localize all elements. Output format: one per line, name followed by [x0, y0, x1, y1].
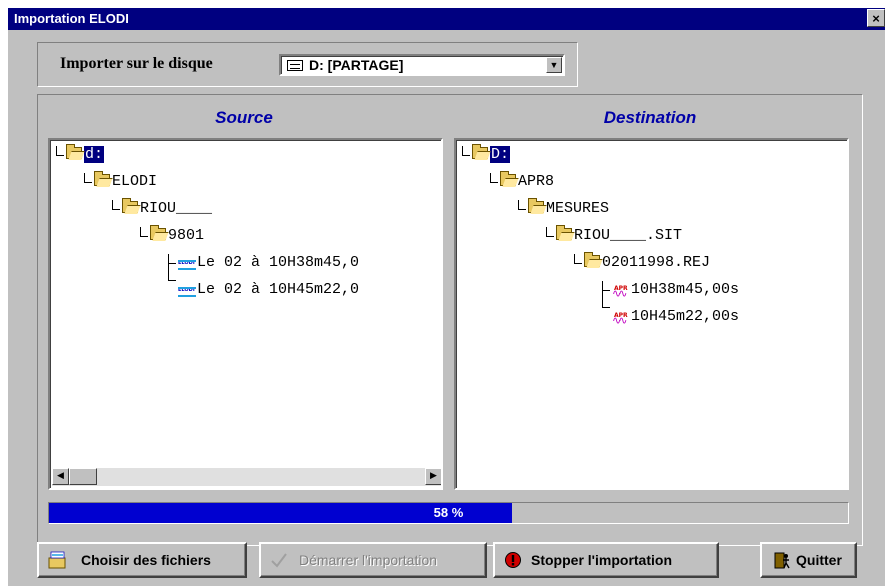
import-dialog: Importation ELODI × Importer sur le disq…	[8, 8, 885, 586]
scroll-right-icon[interactable]: ▶	[425, 468, 441, 485]
stop-import-label: Stopper l'importation	[531, 552, 672, 568]
import-progress-bar: 58 %	[48, 502, 849, 524]
tree-node[interactable]: Le 02 à 10H45m22,0	[178, 279, 359, 301]
tree-node-label: Le 02 à 10H45m22,0	[197, 281, 360, 298]
disk-select[interactable]: D: [PARTAGE] ▼	[279, 54, 565, 76]
tree-node[interactable]: RIOU____.SIT	[556, 225, 682, 247]
tree-node[interactable]: APR8	[500, 171, 554, 193]
scroll-thumb[interactable]	[69, 468, 97, 485]
tree-node-label: 10H38m45,00s	[631, 281, 740, 298]
tree-node-label: D:	[490, 146, 511, 163]
source-tree[interactable]: d: ELODI RIOU____ 9801 Le 02 à 10H38m45,…	[48, 138, 443, 490]
tree-node[interactable]: MESURES	[528, 198, 609, 220]
horizontal-scrollbar[interactable]: ◀ ▶	[52, 468, 441, 486]
folder-icon	[584, 252, 600, 267]
tree-node[interactable]: 10H38m45,00s	[612, 278, 740, 305]
tree-node-label: APR8	[518, 173, 555, 190]
tree-node[interactable]: d:	[66, 144, 105, 166]
tree-node[interactable]: 02011998.REJ	[584, 252, 710, 274]
tree-node[interactable]: RIOU____	[122, 198, 212, 220]
measure-file-icon	[612, 305, 630, 332]
window-title: Importation ELODI	[14, 11, 129, 26]
start-import-button[interactable]: Démarrer l'importation	[259, 542, 487, 578]
tree-node-label: 02011998.REJ	[602, 254, 711, 271]
tree-node[interactable]: D:	[472, 144, 511, 166]
elodi-folder-icon	[48, 551, 66, 569]
disk-select-value: D: [PARTAGE]	[309, 57, 404, 73]
checkmark-icon	[271, 553, 287, 568]
folder-icon	[500, 171, 516, 186]
progress-label: 58 %	[433, 505, 464, 520]
tree-node-label: Le 02 à 10H38m45,0	[197, 254, 360, 271]
tree-node[interactable]: ELODI	[94, 171, 157, 193]
folder-icon	[122, 198, 138, 213]
disk-label: Importer sur le disque	[60, 55, 213, 72]
quit-label: Quitter	[796, 552, 842, 568]
chevron-down-icon[interactable]: ▼	[546, 57, 562, 73]
tree-node[interactable]: 9801	[150, 225, 204, 247]
start-import-label: Démarrer l'importation	[299, 552, 438, 568]
destination-tree[interactable]: D: APR8 MESURES RIOU____.SIT 02011998.RE…	[454, 138, 849, 490]
tree-node-label: MESURES	[546, 200, 610, 217]
folder-icon	[94, 171, 110, 186]
folder-icon	[150, 225, 166, 240]
title-bar: Importation ELODI ×	[8, 8, 885, 30]
tree-node[interactable]: Le 02 à 10H38m45,0	[178, 252, 359, 274]
folder-icon	[66, 144, 82, 159]
tree-node-label: 10H45m22,00s	[631, 308, 740, 325]
folder-icon	[472, 144, 488, 159]
elodi-file-icon	[178, 279, 196, 301]
exit-door-icon	[774, 552, 790, 569]
scroll-left-icon[interactable]: ◀	[52, 468, 69, 485]
measure-file-icon	[612, 278, 630, 305]
choose-files-button[interactable]: Choisir des fichiers	[37, 542, 247, 578]
folder-icon	[556, 225, 572, 240]
tree-node-label: ELODI	[112, 173, 158, 190]
stop-icon	[505, 552, 521, 568]
choose-files-label: Choisir des fichiers	[81, 552, 211, 568]
source-title: Source	[215, 108, 273, 127]
elodi-file-icon	[178, 252, 196, 274]
quit-button[interactable]: Quitter	[760, 542, 857, 578]
close-button[interactable]: ×	[867, 9, 885, 27]
tree-node-label: RIOU____	[140, 200, 213, 217]
stop-import-button[interactable]: Stopper l'importation	[493, 542, 719, 578]
tree-node-label: 9801	[168, 227, 205, 244]
disk-selector-group: Importer sur le disque D: [PARTAGE] ▼	[37, 42, 578, 87]
tree-node-label: d:	[84, 146, 105, 163]
folder-icon	[528, 198, 544, 213]
tree-node[interactable]: 10H45m22,00s	[612, 305, 740, 332]
tree-node-label: RIOU____.SIT	[574, 227, 683, 244]
drive-icon	[287, 60, 303, 71]
destination-title: Destination	[603, 108, 697, 127]
